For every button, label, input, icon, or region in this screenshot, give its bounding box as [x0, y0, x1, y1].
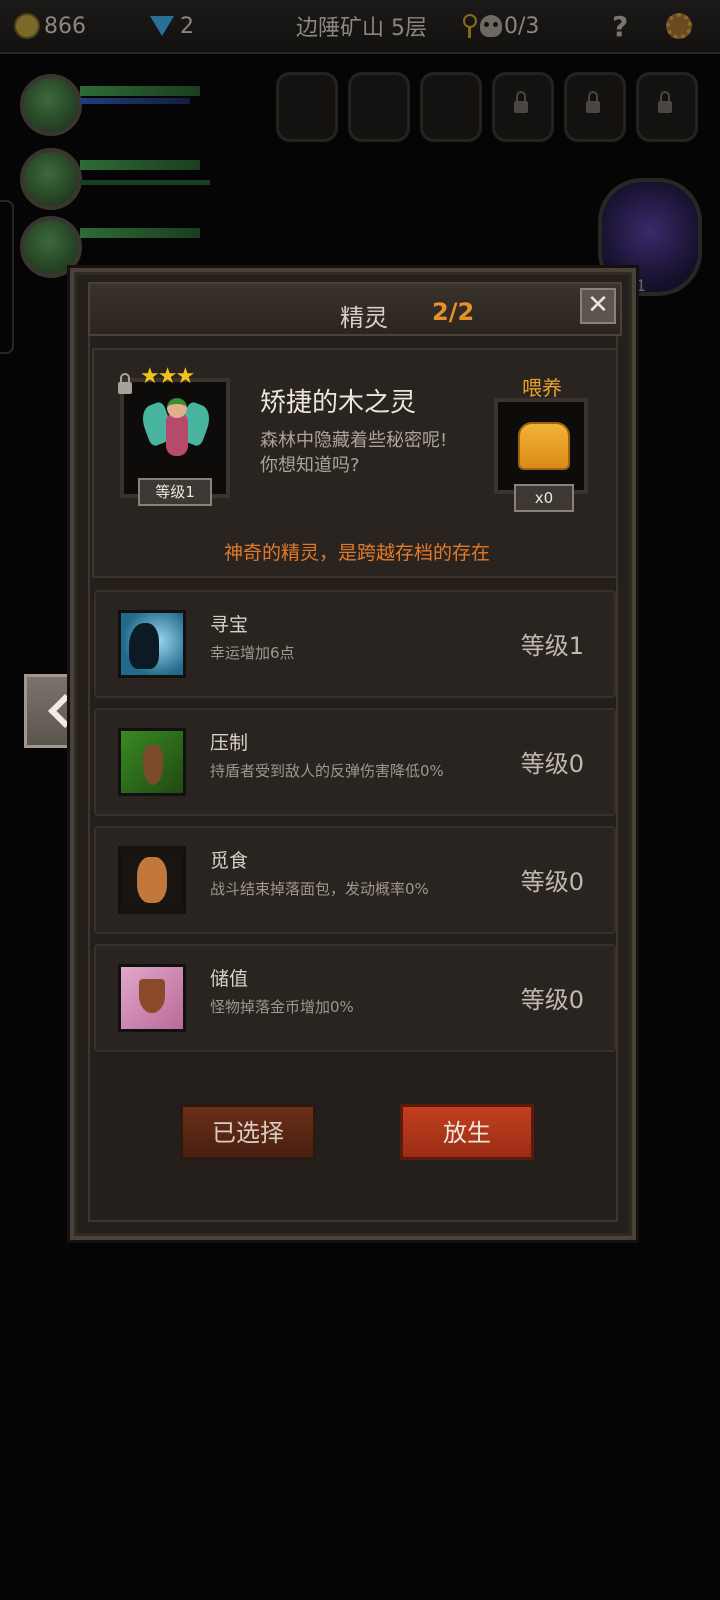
savings-icon — [118, 964, 186, 1032]
lock-icon[interactable] — [118, 373, 132, 394]
feed-button[interactable] — [494, 398, 588, 494]
equipment-slot[interactable] — [276, 72, 338, 142]
locked-slot — [636, 72, 698, 142]
spirit-description-line-2: 你想知道吗? — [260, 455, 360, 476]
skill-name: 觅食 — [210, 850, 249, 872]
bread-icon — [518, 422, 570, 470]
hero-slot-1[interactable] — [14, 68, 214, 136]
spirit-level: 等级1 — [138, 478, 212, 506]
gold-amount: 866 — [44, 13, 86, 39]
dialog-title: 精灵 — [340, 304, 388, 332]
mana-bar — [80, 98, 190, 104]
feed-label: 喂养 — [522, 376, 562, 400]
skill-description: 怪物掉落金币增加0% — [210, 998, 354, 1016]
location-label: 边陲矿山 5层 — [296, 16, 427, 41]
skill-description: 持盾者受到敌人的反弹伤害降低0% — [210, 762, 444, 780]
top-bar: 866 2 边陲矿山 5层 0/3 ? — [0, 0, 720, 54]
spirit-info-panel: ★★★ 等级1 矫捷的木之灵 森林中隐藏着些秘密呢! 你想知道吗? 喂养 x0 … — [92, 348, 618, 578]
locked-slot — [492, 72, 554, 142]
skill-description: 幸运增加6点 — [210, 644, 295, 662]
gear-icon — [666, 13, 692, 39]
forage-icon — [118, 846, 186, 914]
key-icon — [462, 14, 477, 38]
skull-counter: 0/3 — [462, 12, 539, 40]
skill-name: 寻宝 — [210, 614, 249, 636]
dialog-header: 精灵 2/2 — [88, 282, 622, 336]
locked-slot — [564, 72, 626, 142]
hero-slot-2[interactable] — [14, 142, 214, 210]
skill-row-suppress: 压制 持盾者受到敌人的反弹伤害降低0% 等级0 — [94, 708, 616, 816]
health-bar — [80, 160, 200, 170]
hero-portrait — [20, 74, 82, 136]
health-bar — [80, 228, 200, 238]
hero-slot-3[interactable] — [14, 210, 214, 278]
skill-row-savings: 储值 怪物掉落金币增加0% 等级0 — [94, 944, 616, 1052]
close-button[interactable]: ✕ — [580, 288, 616, 324]
spirit-description: 森林中隐藏着些秘密呢! 你想知道吗? — [260, 428, 490, 478]
star-rating: ★★★ — [140, 364, 195, 389]
gem-icon — [150, 16, 174, 36]
skill-level: 等级0 — [520, 750, 584, 778]
skill-level: 等级1 — [520, 632, 584, 660]
suppress-icon — [118, 728, 186, 796]
skill-row-forage: 觅食 战斗结束掉落面包，发动概率0% 等级0 — [94, 826, 616, 934]
settings-button[interactable] — [666, 12, 692, 40]
pet-orb-count: 1 — [636, 276, 647, 295]
skill-level: 等级0 — [520, 868, 584, 896]
help-button[interactable]: ? — [612, 10, 628, 43]
treasure-hunt-icon — [118, 610, 186, 678]
coin-icon — [14, 13, 40, 39]
hero-portrait — [20, 148, 82, 210]
gem-amount: 2 — [180, 13, 194, 39]
spirit-note: 神奇的精灵，是跨越存档的存在 — [223, 542, 490, 564]
food-count: x0 — [514, 484, 574, 512]
equipment-slot[interactable] — [348, 72, 410, 142]
gold-counter: 866 — [14, 12, 86, 40]
fairy-icon — [137, 394, 215, 478]
skill-level: 等级0 — [520, 986, 584, 1014]
skill-name: 压制 — [210, 732, 249, 754]
skull-icon — [480, 15, 502, 37]
skill-description: 战斗结束掉落面包，发动概率0% — [210, 880, 429, 898]
equipment-slot[interactable] — [420, 72, 482, 142]
skill-row-treasure: 寻宝 幸运增加6点 等级1 — [94, 590, 616, 698]
spirit-description-line-1: 森林中隐藏着些秘密呢! — [260, 430, 448, 451]
skull-count: 0/3 — [504, 13, 540, 39]
spirit-dialog: 精灵 2/2 ✕ ★★★ 等级1 矫捷的木之灵 森林中隐藏着些秘密呢! 你想知道… — [70, 268, 636, 1240]
skill-name: 储值 — [210, 968, 249, 990]
side-tab[interactable] — [0, 200, 14, 354]
gem-counter: 2 — [150, 12, 194, 40]
spirit-name: 矫捷的木之灵 — [260, 388, 417, 418]
selected-button[interactable]: 已选择 — [180, 1104, 316, 1160]
spirit-count: 2/2 — [432, 298, 475, 326]
health-bar — [80, 86, 200, 96]
release-button[interactable]: 放生 — [400, 1104, 534, 1160]
mana-bar — [80, 180, 210, 185]
